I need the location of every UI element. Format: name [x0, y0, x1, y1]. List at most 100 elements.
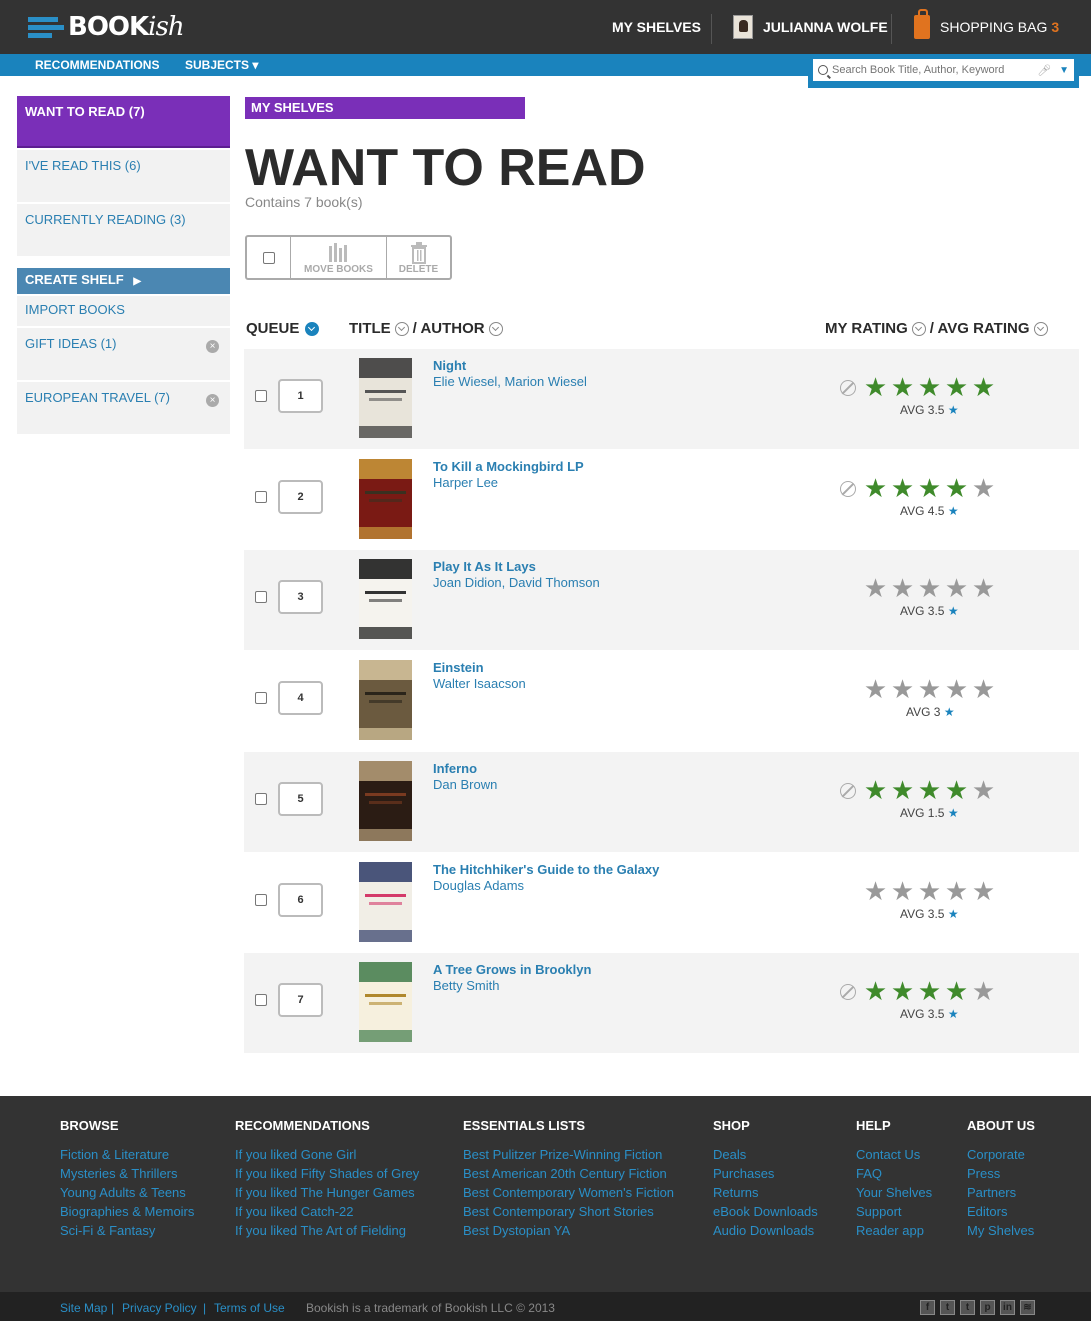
row-checkbox[interactable] — [255, 792, 267, 805]
chevron-down-icon[interactable]: ▼ — [1059, 65, 1069, 76]
shopping-bag-link[interactable]: SHOPPING BAG 3 — [914, 0, 1059, 54]
my-rating-stars[interactable]: ★ ★ ★ ★ ★ — [840, 677, 1020, 703]
rating-star-icon[interactable]: ★ — [970, 879, 997, 905]
site-map-link[interactable]: Site Map — [60, 1301, 107, 1315]
footer-link[interactable]: Best Pulitzer Prize-Winning Fiction — [463, 1145, 674, 1164]
footer-link[interactable]: Best Dystopian YA — [463, 1221, 674, 1240]
rating-star-icon[interactable]: ★ — [970, 979, 997, 1005]
rating-star-icon[interactable]: ★ — [889, 677, 916, 703]
remove-shelf-icon[interactable]: × — [206, 394, 219, 407]
footer-link[interactable]: Audio Downloads — [713, 1221, 818, 1240]
book-author-link[interactable]: Douglas Adams — [433, 878, 524, 893]
remove-shelf-icon[interactable]: × — [206, 340, 219, 353]
sort-title-author[interactable]: TITLE / AUTHOR — [349, 320, 503, 337]
subjects-dropdown[interactable]: SUBJECTS ▾ — [185, 58, 258, 72]
rating-star-icon[interactable]: ★ — [970, 375, 997, 401]
my-rating-stars[interactable]: ★ ★ ★ ★ ★ — [840, 979, 1020, 1005]
rating-star-icon[interactable]: ★ — [916, 979, 943, 1005]
sidebar-item-read-this[interactable]: I'VE READ THIS (6) — [17, 150, 230, 202]
book-cover[interactable] — [359, 458, 412, 539]
clear-rating-icon[interactable] — [840, 380, 856, 396]
queue-position-input[interactable]: 5 — [278, 781, 323, 816]
book-cover[interactable] — [359, 559, 412, 640]
book-title-link[interactable]: Night — [433, 358, 466, 373]
book-author-link[interactable]: Joan Didion, David Thomson — [433, 575, 600, 590]
bookish-logo[interactable]: BOOKish — [28, 12, 185, 42]
rating-star-icon[interactable]: ★ — [862, 476, 889, 502]
create-shelf-button[interactable]: CREATE SHELF ▶ — [17, 268, 230, 294]
my-shelves-link[interactable]: MY SHELVES — [612, 0, 701, 54]
footer-link[interactable]: Contact Us — [856, 1145, 932, 1164]
footer-link[interactable]: Biographies & Memoirs — [60, 1202, 194, 1221]
footer-link[interactable]: If you liked Gone Girl — [235, 1145, 419, 1164]
rating-star-icon[interactable]: ★ — [916, 476, 943, 502]
footer-link[interactable]: Best Contemporary Women's Fiction — [463, 1183, 674, 1202]
footer-link[interactable]: Sci-Fi & Fantasy — [60, 1221, 194, 1240]
footer-link[interactable]: If you liked Fifty Shades of Grey — [235, 1164, 419, 1183]
rating-star-icon[interactable]: ★ — [889, 778, 916, 804]
footer-link[interactable]: FAQ — [856, 1164, 932, 1183]
rating-star-icon[interactable]: ★ — [862, 375, 889, 401]
rating-star-icon[interactable]: ★ — [889, 375, 916, 401]
sort-rating[interactable]: MY RATING / AVG RATING — [825, 320, 1048, 337]
linkedin-icon[interactable]: in — [1000, 1300, 1015, 1315]
book-title-link[interactable]: A Tree Grows in Brooklyn — [433, 962, 591, 977]
footer-link[interactable]: Support — [856, 1202, 932, 1221]
row-checkbox[interactable] — [255, 390, 267, 402]
row-checkbox[interactable] — [255, 994, 267, 1007]
clear-rating-icon[interactable] — [840, 782, 856, 799]
queue-position-input[interactable]: 4 — [278, 681, 323, 716]
queue-position-input[interactable]: 6 — [278, 882, 323, 917]
book-title-link[interactable]: Play It As It Lays — [433, 559, 536, 574]
book-author-link[interactable]: Walter Isaacson — [433, 676, 526, 691]
rating-star-icon[interactable]: ★ — [916, 677, 943, 703]
footer-link[interactable]: My Shelves — [967, 1221, 1035, 1240]
rating-star-icon[interactable]: ★ — [943, 375, 970, 401]
book-author-link[interactable]: Harper Lee — [433, 475, 498, 490]
select-all-checkbox[interactable] — [247, 237, 291, 278]
footer-link[interactable]: Reader app — [856, 1221, 932, 1240]
row-checkbox[interactable] — [255, 490, 267, 503]
tumblr-icon[interactable]: t — [960, 1300, 975, 1315]
search-icon[interactable] — [818, 65, 828, 75]
book-cover[interactable] — [359, 660, 412, 741]
rating-star-icon[interactable]: ★ — [970, 476, 997, 502]
my-rating-stars[interactable]: ★ ★ ★ ★ ★ — [840, 879, 1020, 905]
footer-link[interactable]: eBook Downloads — [713, 1202, 818, 1221]
rating-star-icon[interactable]: ★ — [916, 576, 943, 602]
rating-star-icon[interactable]: ★ — [970, 677, 997, 703]
rating-star-icon[interactable]: ★ — [862, 778, 889, 804]
queue-position-input[interactable]: 3 — [278, 580, 323, 615]
move-books-button[interactable]: MOVE BOOKS — [291, 237, 387, 278]
rating-star-icon[interactable]: ★ — [862, 979, 889, 1005]
footer-link[interactable]: Purchases — [713, 1164, 818, 1183]
footer-link[interactable]: Editors — [967, 1202, 1035, 1221]
privacy-policy-link[interactable]: Privacy Policy — [122, 1301, 197, 1315]
import-books-link[interactable]: IMPORT BOOKS — [17, 296, 230, 326]
footer-link[interactable]: Mysteries & Thrillers — [60, 1164, 194, 1183]
footer-link[interactable]: Corporate — [967, 1145, 1035, 1164]
rating-star-icon[interactable]: ★ — [889, 576, 916, 602]
clear-rating-icon[interactable] — [840, 480, 856, 497]
footer-link[interactable]: Best Contemporary Short Stories — [463, 1202, 674, 1221]
rating-star-icon[interactable]: ★ — [862, 677, 889, 703]
row-checkbox[interactable] — [255, 893, 267, 906]
recommendations-link[interactable]: RECOMMENDATIONS — [35, 58, 159, 72]
terms-of-use-link[interactable]: Terms of Use — [214, 1301, 285, 1315]
book-cover[interactable] — [359, 358, 412, 438]
facebook-icon[interactable]: f — [920, 1300, 935, 1315]
footer-link[interactable]: If you liked Catch-22 — [235, 1202, 419, 1221]
rating-star-icon[interactable]: ★ — [916, 778, 943, 804]
microphone-icon[interactable]: 🎤︎ — [1037, 64, 1051, 77]
footer-link[interactable]: Fiction & Literature — [60, 1145, 194, 1164]
rating-star-icon[interactable]: ★ — [943, 476, 970, 502]
book-title-link[interactable]: Inferno — [433, 761, 477, 776]
rating-star-icon[interactable]: ★ — [970, 778, 997, 804]
footer-link[interactable]: Young Adults & Teens — [60, 1183, 194, 1202]
footer-link[interactable]: Best American 20th Century Fiction — [463, 1164, 674, 1183]
book-title-link[interactable]: To Kill a Mockingbird LP — [433, 459, 584, 474]
sidebar-item-european-travel[interactable]: EUROPEAN TRAVEL (7) × — [17, 382, 230, 434]
sidebar-item-want-to-read[interactable]: WANT TO READ (7) — [17, 96, 230, 148]
user-menu[interactable]: JULIANNA WOLFE — [733, 0, 888, 54]
my-rating-stars[interactable]: ★ ★ ★ ★ ★ — [840, 476, 1020, 502]
